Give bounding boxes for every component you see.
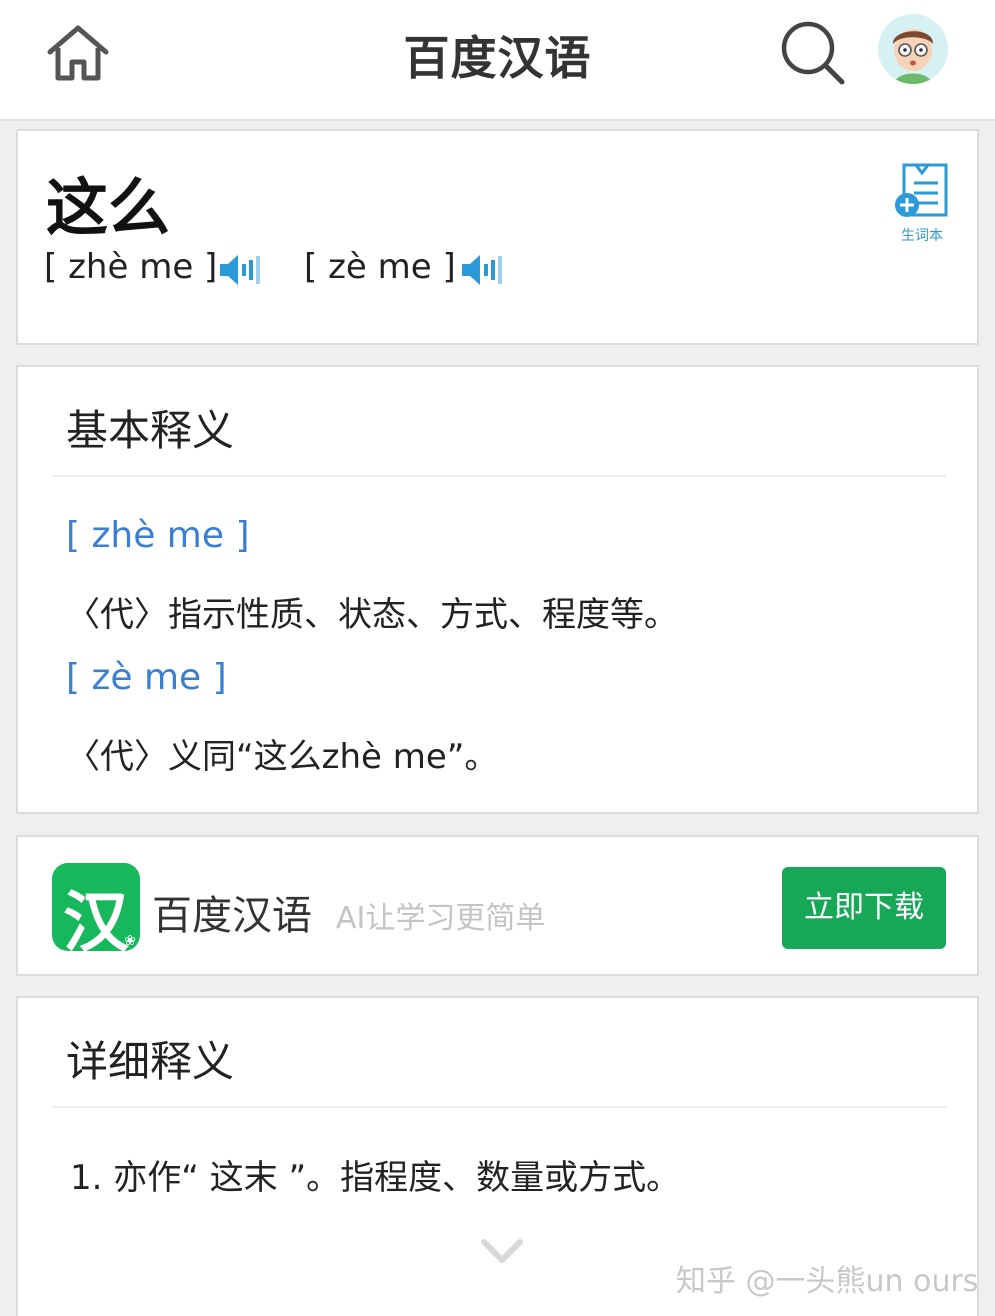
pinyin-link-ze[interactable]: [ zè me ]	[66, 657, 227, 698]
divider	[52, 1106, 946, 1108]
download-button[interactable]: 立即下载	[782, 867, 946, 949]
avatar[interactable]	[878, 14, 948, 84]
speaker-button-zhe[interactable]	[218, 251, 262, 289]
speaker-button-ze[interactable]	[460, 251, 504, 289]
section-title-basic: 基本释义	[66, 406, 235, 455]
basic-definition-card: 基本释义 [ zhè me ] 〈代〉指示性质、状态、方式、程度等。 [ zè …	[16, 365, 979, 814]
add-to-vocab-button[interactable]: 生词本	[892, 161, 952, 244]
chevron-down-icon	[481, 1239, 523, 1263]
pinyin-link-zhe[interactable]: [ zhè me ]	[66, 515, 250, 556]
watermark: 知乎 @一头熊un ours	[676, 1264, 979, 1299]
app-promo-card[interactable]: 汉 ❀ 百度汉语 AI让学习更简单 立即下载	[16, 835, 979, 976]
pronunciation-zhe: [ zhè me ]	[44, 247, 218, 287]
vocab-label: 生词本	[901, 228, 943, 244]
top-bar: 百度汉语	[0, 0, 995, 121]
speaker-icon	[220, 255, 260, 285]
search-button[interactable]	[778, 18, 848, 88]
speaker-icon	[462, 255, 502, 285]
pronunciation-ze: [ zè me ]	[304, 247, 456, 287]
search-icon	[781, 21, 845, 85]
app-slogan: AI让学习更简单	[336, 901, 546, 936]
divider	[52, 475, 946, 477]
definition-text: 〈代〉义同“这么zhè me”。	[66, 737, 499, 777]
detail-item: 1. 亦作“ 这末 ”。指程度、数量或方式。	[70, 1158, 681, 1198]
definition-text: 〈代〉指示性质、状态、方式、程度等。	[66, 595, 678, 635]
app-logo-char: 汉	[63, 884, 129, 961]
app-logo: 汉 ❀	[52, 863, 140, 961]
section-title-detail: 详细释义	[66, 1037, 235, 1086]
app-name: 百度汉语	[152, 893, 312, 939]
word-card: 这么 [ zhè me ] [ zè me ] 生词本	[16, 129, 979, 345]
add-note-icon	[895, 163, 948, 217]
avatar-icon	[878, 14, 948, 84]
word-title: 这么	[46, 171, 171, 244]
paw-icon: ❀	[124, 933, 136, 949]
expand-button[interactable]	[480, 1234, 524, 1268]
